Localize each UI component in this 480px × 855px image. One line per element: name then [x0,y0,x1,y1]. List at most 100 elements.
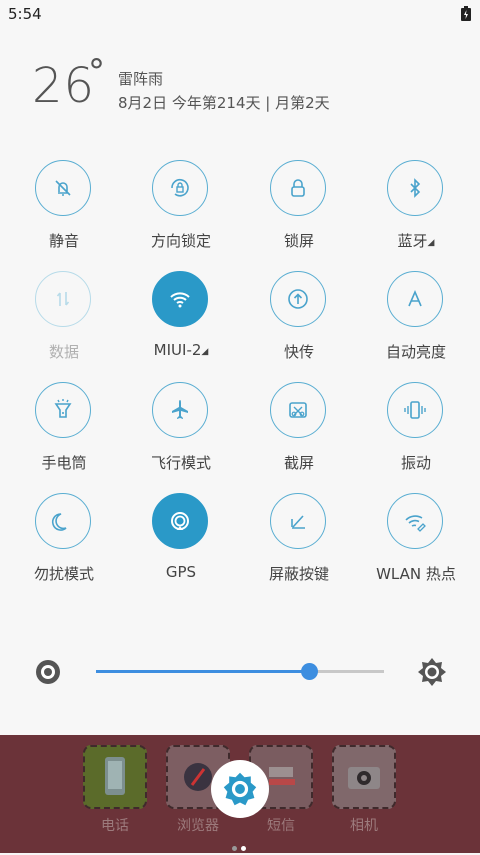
toggle-label-text: 振动 [400,454,431,472]
toggle-label-text: 截屏 [283,454,314,472]
toggle-bell-off[interactable]: 静音 [5,160,123,260]
toggle-gps[interactable]: GPS [122,493,240,593]
weather-condition: 雷阵雨 [118,70,164,88]
toggle-flashlight[interactable]: 手电筒 [5,382,123,482]
toggle-quick-transfer[interactable]: 快传 [240,271,358,371]
flashlight-icon [54,399,72,418]
degree-symbol: ° [88,52,105,92]
toggle-lock[interactable]: 锁屏 [240,160,358,260]
toggle-label-text: 方向锁定 [150,232,211,250]
toggle-wifi[interactable]: MIUI-2◢ [122,271,240,371]
expand-arrow-icon[interactable]: ◢ [428,238,435,248]
toggle-label-text: 蓝牙 [397,232,428,250]
toggle-label: 自动亮度 [357,341,475,362]
toggle-button[interactable] [387,271,443,327]
toggle-button[interactable] [35,493,91,549]
toggle-button[interactable] [152,160,208,216]
auto-brightness-icon [408,289,422,307]
bell-off-icon [55,180,71,196]
toggle-label: 数据 [5,341,123,362]
vibrate-icon [404,401,426,419]
toggle-button[interactable] [387,160,443,216]
brightness-row [0,650,480,694]
toggle-airplane[interactable]: 飞行模式 [122,382,240,482]
toggle-button[interactable] [152,382,208,438]
toggle-screenshot[interactable]: 截屏 [240,382,358,482]
page-dot [232,846,237,851]
toggle-label-text: 飞行模式 [150,454,211,472]
toggle-bluetooth[interactable]: 蓝牙◢ [357,160,475,260]
hotspot-icon [405,515,426,532]
lock-icon [291,179,305,197]
toggle-button[interactable] [35,160,91,216]
temperature: 26 [32,58,96,114]
toggle-label-text: 屏蔽按键 [268,565,329,583]
page-indicator [232,836,250,855]
toggle-button[interactable] [387,382,443,438]
toggle-label: 手电筒 [5,452,123,473]
toggle-label: 截屏 [240,452,358,473]
phone-app-icon[interactable] [83,745,147,809]
camera-app-icon[interactable] [332,745,396,809]
toggle-block-keys[interactable]: 屏蔽按键 [240,493,358,593]
toggle-button[interactable] [270,493,326,549]
brightness-thumb[interactable] [301,663,319,680]
toggle-rotation-lock[interactable]: 方向锁定 [122,160,240,260]
toggle-button[interactable] [35,382,91,438]
airplane-icon [172,400,188,419]
toggle-button[interactable] [270,271,326,327]
toggle-auto-brightness[interactable]: 自动亮度 [357,271,475,371]
brightness-fill [96,670,310,673]
battery-charging-icon [461,6,471,21]
bluetooth-icon [410,178,421,198]
toggle-label: GPS [122,563,240,581]
toggle-label: MIUI-2◢ [122,341,240,359]
toggle-mobile-data[interactable]: 数据 [5,271,123,371]
toggle-label-text: 勿扰模式 [33,565,94,583]
toggle-moon[interactable]: 勿扰模式 [5,493,123,593]
moon-icon [51,513,67,531]
toggle-label-text: 静音 [48,232,79,250]
toggle-label-text: 快传 [283,343,314,361]
app-label-browser: 浏览器 [177,818,219,834]
toggle-button[interactable] [152,271,208,327]
toggle-label: 飞行模式 [122,452,240,473]
mobile-data-icon [56,292,70,306]
toggle-label-text: 数据 [48,343,79,361]
toggle-label: 方向锁定 [122,230,240,251]
toggle-button[interactable] [35,271,91,327]
toggle-button[interactable] [270,382,326,438]
app-label-camera: 相机 [350,818,378,834]
toggle-label: 振动 [357,452,475,473]
rotation-lock-icon [171,178,189,197]
toggle-button[interactable] [270,160,326,216]
toggle-label: 屏蔽按键 [240,563,358,584]
weather-widget[interactable]: 26 ° 雷阵雨 8月2日 今年第214天 | 月第2天 [32,52,452,122]
app-label-phone: 电话 [101,818,129,834]
gps-icon [171,512,189,530]
wifi-icon [170,292,190,308]
toggle-label: 静音 [5,230,123,251]
toggle-vibrate[interactable]: 振动 [357,382,475,482]
toggle-button[interactable] [387,493,443,549]
page-dot-active [241,846,246,851]
gear-icon [223,772,257,806]
expand-arrow-icon[interactable]: ◢ [201,347,208,357]
toggle-button[interactable] [152,493,208,549]
toggle-hotspot[interactable]: WLAN 热点 [357,493,475,593]
status-bar: 5:54 [0,0,480,28]
toggle-label: 快传 [240,341,358,362]
screenshot-icon [289,402,307,418]
settings-button[interactable] [211,760,269,818]
toggle-label-text: MIUI-2 [153,341,202,359]
toggle-label-text: WLAN 热点 [376,565,456,583]
brightness-slider[interactable] [96,663,384,680]
toggle-label-text: 手电筒 [41,454,87,472]
toggle-label: 勿扰模式 [5,563,123,584]
app-label-sms: 短信 [267,818,295,834]
toggle-label-text: 锁屏 [283,232,314,250]
date-line: 8月2日 今年第214天 | 月第2天 [118,94,330,112]
clock: 5:54 [8,5,42,23]
block-keys-icon [291,515,305,529]
toggle-label-text: GPS [165,563,197,581]
